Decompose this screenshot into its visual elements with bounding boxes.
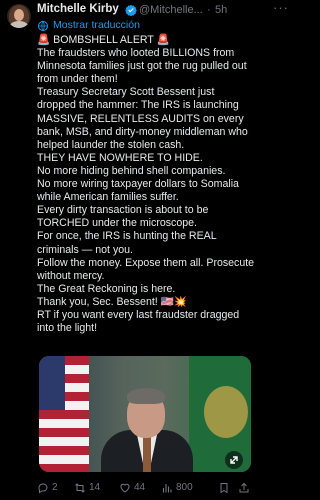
tweet-text-line: from under them! [37, 73, 118, 86]
tweet-text-line: TORCHED under the microscope. [37, 217, 197, 230]
tweet-video[interactable] [39, 356, 251, 472]
views-button[interactable]: 800 [161, 480, 201, 496]
bookmark-icon [220, 483, 228, 494]
treasury-seal [204, 386, 248, 438]
verified-badge-icon [125, 4, 137, 16]
author-handle[interactable]: @Mitchelle... [139, 4, 203, 16]
tweet-text: 🚨 BOMBSHELL ALERT 🚨 The fraudsters who l… [37, 34, 255, 335]
views-count: 800 [176, 482, 193, 493]
like-button[interactable]: 44 [119, 480, 155, 496]
heart-icon [120, 483, 130, 493]
globe-icon [38, 21, 48, 31]
retweet-button[interactable]: 14 [74, 480, 110, 496]
retweet-count: 14 [89, 482, 101, 493]
tweet-text-line: dropped the hammer: The IRS is launching [37, 99, 239, 112]
speaker-tie [143, 434, 151, 472]
tweet-text-line: bank, MSB, and dirty-money middleman who [37, 125, 248, 138]
translate-label[interactable]: Mostrar traducción [53, 19, 140, 31]
share-button[interactable] [238, 480, 252, 496]
tweet-text-line: The Great Reckoning is here. [37, 282, 176, 295]
us-flag [39, 356, 89, 472]
tweet-text-line: 🚨 BOMBSHELL ALERT 🚨 [37, 34, 170, 46]
tweet-text-line: into the light! [37, 322, 98, 335]
reply-button[interactable]: 2 [37, 480, 67, 496]
speaker-hair [127, 388, 165, 404]
tweet-text-line: while American families suffer. [37, 191, 179, 204]
bookmark-button[interactable] [218, 480, 232, 496]
action-bar: 2 14 44 800 [37, 480, 259, 496]
tweet-header: Mitchelle Kirby @Mitchelle... · 5h ··· [37, 0, 288, 19]
tweet-text-line: Treasury Secretary Scott Bessent just [37, 86, 215, 99]
retweet-icon [75, 483, 85, 493]
tweet-text-line: criminals — not you. [37, 243, 133, 256]
separator-dot: · [207, 4, 211, 16]
reply-count: 2 [52, 482, 58, 493]
tweet[interactable]: Mitchelle Kirby @Mitchelle... · 5h ··· M… [0, 0, 288, 500]
like-count: 44 [134, 482, 146, 493]
author-name[interactable]: Mitchelle Kirby [37, 3, 119, 15]
tweet-text-line: Follow the money. Expose them all. Prose… [37, 256, 255, 269]
tweet-text-line: RT if you want every last fraudster drag… [37, 308, 240, 321]
avatar-face [14, 9, 24, 21]
timestamp[interactable]: 5h [215, 4, 227, 16]
share-icon [239, 482, 249, 493]
reply-icon [38, 483, 48, 494]
tweet-text-line: No more hiding behind shell companies. [37, 164, 226, 177]
tweet-text-line: Thank you, Sec. Bessent! 🇺🇸💥 [37, 295, 188, 308]
avatar[interactable] [7, 4, 31, 28]
tweet-text-line: without mercy. [37, 269, 105, 282]
tweet-text-line: MASSIVE, RELENTLESS AUDITS on every [37, 112, 244, 125]
expand-icon[interactable] [225, 451, 243, 469]
more-options-icon[interactable]: ··· [273, 0, 289, 15]
tweet-text-line: helped launder the stolen cash. [37, 138, 185, 151]
tweet-text-line: Every dirty transaction is about to be [37, 204, 209, 217]
expand-arrows-icon [230, 456, 238, 464]
tweet-text-line: The fraudsters who looted BILLIONS from [37, 47, 235, 60]
tweet-text-line: For once, the IRS is hunting the REAL [37, 230, 217, 243]
avatar-shoulders [10, 21, 28, 28]
tweet-text-line: No more wiring taxpayer dollars to Somal… [37, 178, 239, 191]
tweet-text-line: THEY HAVE NOWHERE TO HIDE. [37, 151, 203, 164]
views-chart-icon [162, 484, 172, 493]
tweet-text-line: Minnesota families just got the rug pull… [37, 60, 247, 73]
